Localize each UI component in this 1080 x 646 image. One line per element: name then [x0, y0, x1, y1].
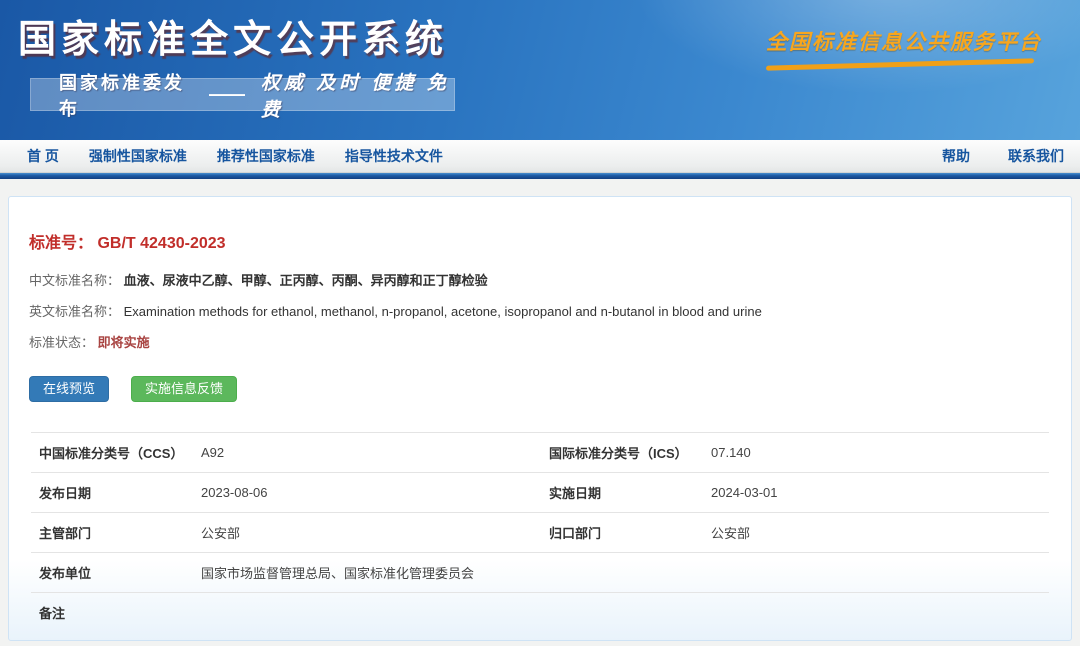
- subtitle-dash: ——: [209, 84, 245, 105]
- cn-name-value: 血液、尿液中乙醇、甲醇、正丙醇、丙酮、异丙醇和正丁醇检验: [124, 273, 488, 288]
- ccs-label: 中国标准分类号（CCS）: [31, 443, 201, 462]
- nav-item-mandatory-standards[interactable]: 强制性国家标准: [89, 146, 187, 166]
- implementation-feedback-button[interactable]: 实施信息反馈: [131, 376, 237, 402]
- implement-date-value: 2024-03-01: [711, 485, 1049, 500]
- standard-number-label: 标准号：: [29, 235, 93, 252]
- cn-name-label: 中文标准名称：: [29, 273, 120, 288]
- online-preview-button[interactable]: 在线预览: [29, 376, 109, 402]
- en-name-value: Examination methods for ethanol, methano…: [124, 304, 762, 319]
- competent-dept-label: 主管部门: [31, 523, 201, 542]
- nav-item-home[interactable]: 首 页: [27, 146, 59, 166]
- subtitle-slogan: 权威 及时 便捷 免费: [261, 68, 454, 122]
- platform-underline-stroke: [766, 58, 1034, 70]
- subtitle-bar: 国家标准委发布 —— 权威 及时 便捷 免费: [30, 78, 455, 111]
- implement-date-label: 实施日期: [541, 483, 711, 502]
- standard-meta: 中文标准名称： 血液、尿液中乙醇、甲醇、正丙醇、丙酮、异丙醇和正丁醇检验 英文标…: [29, 273, 1071, 350]
- table-row-dates: 发布日期 2023-08-06 实施日期 2024-03-01: [31, 472, 1049, 512]
- platform-logo[interactable]: 全国标准信息公共服务平台: [766, 26, 1042, 67]
- cn-name-line: 中文标准名称： 血液、尿液中乙醇、甲醇、正丙醇、丙酮、异丙醇和正丁醇检验: [29, 273, 1071, 288]
- site-title: 国家标准全文公开系统: [18, 8, 448, 63]
- status-badge: 即将实施: [98, 335, 150, 350]
- publish-date-label: 发布日期: [31, 483, 201, 502]
- ccs-value: A92: [201, 445, 541, 460]
- ics-value: 07.140: [711, 445, 1049, 460]
- detail-table: 中国标准分类号（CCS） A92 国际标准分类号（ICS） 07.140 发布日…: [31, 432, 1049, 632]
- nav-right-group: 帮助 联系我们: [942, 146, 1064, 166]
- centralized-dept-value: 公安部: [711, 523, 1049, 542]
- nav-item-contact-us[interactable]: 联系我们: [1008, 146, 1064, 166]
- standard-number-value: GB/T 42430-2023: [97, 235, 225, 252]
- en-name-label: 英文标准名称：: [29, 304, 120, 319]
- table-row-publisher: 发布单位 国家市场监督管理总局、国家标准化管理委员会: [31, 552, 1049, 592]
- standard-number-line: 标准号： GB/T 42430-2023: [29, 229, 1071, 253]
- standard-detail-panel: 标准号： GB/T 42430-2023 中文标准名称： 血液、尿液中乙醇、甲醇…: [8, 196, 1072, 641]
- subtitle-publisher: 国家标准委发布: [59, 69, 193, 121]
- centralized-dept-label: 归口部门: [541, 523, 711, 542]
- nav-item-recommended-standards[interactable]: 推荐性国家标准: [217, 146, 315, 166]
- platform-name: 全国标准信息公共服务平台: [766, 26, 1042, 56]
- action-button-row: 在线预览 实施信息反馈: [29, 376, 1071, 402]
- page-body: 标准号： GB/T 42430-2023 中文标准名称： 血液、尿液中乙醇、甲醇…: [0, 179, 1080, 641]
- main-nav: 首 页 强制性国家标准 推荐性国家标准 指导性技术文件 帮助 联系我们: [0, 140, 1080, 173]
- site-header: 国家标准全文公开系统 国家标准委发布 —— 权威 及时 便捷 免费 全国标准信息…: [0, 0, 1080, 140]
- en-name-line: 英文标准名称： Examination methods for ethanol,…: [29, 304, 1071, 319]
- publisher-value: 国家市场监督管理总局、国家标准化管理委员会: [201, 563, 1049, 582]
- competent-dept-value: 公安部: [201, 523, 541, 542]
- table-row-departments: 主管部门 公安部 归口部门 公安部: [31, 512, 1049, 552]
- status-line: 标准状态： 即将实施: [29, 335, 1071, 350]
- status-label: 标准状态：: [29, 335, 94, 350]
- nav-left-group: 首 页 强制性国家标准 推荐性国家标准 指导性技术文件: [27, 146, 443, 166]
- table-row-remarks: 备注: [31, 592, 1049, 632]
- remarks-label: 备注: [31, 603, 201, 622]
- nav-item-help[interactable]: 帮助: [942, 146, 970, 166]
- nav-item-guiding-documents[interactable]: 指导性技术文件: [345, 146, 443, 166]
- table-row-classification: 中国标准分类号（CCS） A92 国际标准分类号（ICS） 07.140: [31, 432, 1049, 472]
- publisher-label: 发布单位: [31, 563, 201, 582]
- publish-date-value: 2023-08-06: [201, 485, 541, 500]
- ics-label: 国际标准分类号（ICS）: [541, 443, 711, 462]
